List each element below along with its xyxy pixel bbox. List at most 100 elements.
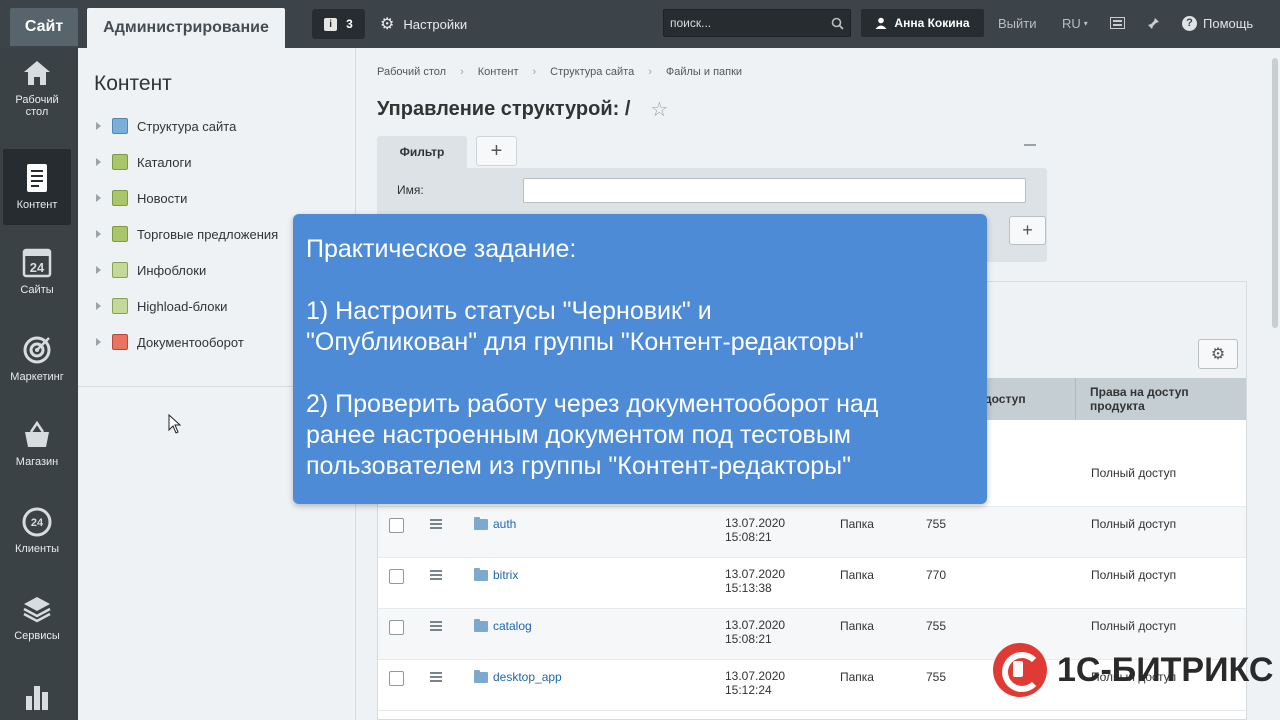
nav-label: Магазин xyxy=(15,456,59,468)
add-filter-tab-button[interactable]: + xyxy=(476,136,517,166)
file-name-link[interactable]: desktop_app xyxy=(474,669,562,684)
layers-icon xyxy=(23,597,51,623)
tree-item-offers[interactable]: Торговые предложения xyxy=(96,223,278,245)
row-checkbox[interactable] xyxy=(389,671,404,686)
pin-icon[interactable] xyxy=(1144,9,1162,37)
page-title-text: Управление структурой: / xyxy=(377,98,631,120)
row-menu-icon[interactable] xyxy=(430,621,442,631)
page-scrollbar[interactable] xyxy=(1271,48,1280,720)
search-input[interactable]: поиск... xyxy=(663,9,851,37)
nav-item-desktop[interactable]: Рабочий стол xyxy=(3,50,71,126)
mouse-cursor-icon xyxy=(168,414,182,434)
filter-tab[interactable]: Фильтр xyxy=(377,136,467,168)
row-menu-icon[interactable] xyxy=(430,519,442,529)
file-name-link[interactable]: auth xyxy=(474,516,516,531)
expand-arrow-icon[interactable] xyxy=(96,302,101,310)
nav-label: Сервисы xyxy=(14,630,60,642)
expand-arrow-icon[interactable] xyxy=(96,230,101,238)
svg-text:24: 24 xyxy=(30,260,45,275)
bitrix-logo-icon xyxy=(993,643,1047,697)
breadcrumb-item[interactable]: Структура сайта xyxy=(550,66,634,78)
catalog-icon xyxy=(112,154,128,170)
table-row[interactable]: bitrix 13.07.2020 15:13:38 Папка 770 Полн… xyxy=(378,558,1246,609)
collapse-filter-icon[interactable] xyxy=(1024,144,1036,146)
permissions-cell: 755 xyxy=(926,517,947,531)
nav-item-analytics[interactable] xyxy=(3,670,71,720)
site-tab[interactable]: Сайт xyxy=(10,8,78,46)
document-icon xyxy=(27,164,47,192)
nav-item-services[interactable]: Сервисы xyxy=(3,580,71,656)
star-icon[interactable]: ☆ xyxy=(650,97,668,122)
file-name: catalog xyxy=(493,619,532,633)
user-button[interactable]: Анна Кокина xyxy=(861,9,984,37)
breadcrumb-item[interactable]: Контент xyxy=(478,66,519,78)
type-cell: Папка xyxy=(840,517,874,531)
grid-settings-button[interactable]: ⚙ xyxy=(1198,339,1238,369)
help-button[interactable]: ? Помощь xyxy=(1182,9,1253,37)
page-title: Управление структурой: / ☆ xyxy=(377,97,668,122)
nav-label: Сайты xyxy=(20,284,54,296)
header-rights[interactable]: Права на доступ продукта xyxy=(1075,378,1246,420)
file-name-link[interactable]: catalog xyxy=(474,618,532,633)
breadcrumb-item[interactable]: Файлы и папки xyxy=(666,66,742,78)
task-1-line-2: "Опубликован" для группы "Контент-редакт… xyxy=(306,328,864,356)
calendar-24-icon: 24 xyxy=(22,248,52,278)
bitrix-logo-text: 1С-БИТРИКС xyxy=(1057,650,1274,689)
tree-item-workflow[interactable]: Документооборот xyxy=(96,331,244,353)
search-placeholder: поиск... xyxy=(670,16,712,30)
name-filter-input[interactable] xyxy=(523,178,1026,203)
row-checkbox[interactable] xyxy=(389,518,404,533)
nav-item-content[interactable]: Контент xyxy=(3,149,71,225)
nav-item-sites[interactable]: 24 Сайты xyxy=(3,234,71,310)
highload-icon xyxy=(112,298,128,314)
expand-arrow-icon[interactable] xyxy=(96,122,101,130)
notifications-count: 3 xyxy=(346,17,353,31)
expand-arrow-icon[interactable] xyxy=(96,194,101,202)
notifications-button[interactable]: i 3 xyxy=(312,9,365,39)
settings-button[interactable]: ⚙ Настройки xyxy=(380,9,467,39)
date-cell: 13.07.2020 15:12:24 xyxy=(725,669,786,697)
type-cell: Папка xyxy=(840,568,874,582)
table-row[interactable]: auth 13.07.2020 15:08:21 Папка 755 Полный… xyxy=(378,507,1246,558)
tree-item-highload[interactable]: Highload-блоки xyxy=(96,295,227,317)
date-cell: 13.07.2020 15:08:21 xyxy=(725,618,786,646)
admin-tab[interactable]: Администрирование xyxy=(87,8,285,48)
nav-item-clients[interactable]: 24 Клиенты xyxy=(3,493,71,569)
breadcrumb: Рабочий стол › Контент › Структура сайта… xyxy=(377,66,742,78)
breadcrumb-separator: › xyxy=(460,66,464,78)
task-2-line-3: пользователем из группы "Контент-редакто… xyxy=(306,452,852,480)
tree-item-label: Новости xyxy=(137,190,188,206)
tree-item-site-structure[interactable]: Структура сайта xyxy=(96,115,236,137)
tree-item-label: Торговые предложения xyxy=(137,226,279,242)
folder-icon xyxy=(474,567,488,581)
row-menu-icon[interactable] xyxy=(430,672,442,682)
clients-24-icon: 24 xyxy=(22,507,52,537)
home-icon xyxy=(24,61,50,85)
chevron-down-icon: ▾ xyxy=(1083,18,1088,28)
keyboard-icon[interactable] xyxy=(1108,9,1126,37)
breadcrumb-item[interactable]: Рабочий стол xyxy=(377,66,446,78)
row-menu-icon[interactable] xyxy=(430,570,442,580)
info-icon: i xyxy=(324,17,338,31)
folder-icon xyxy=(474,618,488,632)
tree-item-infoblocks[interactable]: Инфоблоки xyxy=(96,259,206,281)
date-cell: 13.07.2020 15:13:38 xyxy=(725,567,786,595)
expand-arrow-icon[interactable] xyxy=(96,266,101,274)
search-icon[interactable] xyxy=(831,17,844,30)
language-select[interactable]: RU ▾ xyxy=(1062,9,1088,37)
nav-item-shop[interactable]: Магазин xyxy=(3,406,71,482)
nav-item-marketing[interactable]: Маркетинг xyxy=(3,321,71,397)
expand-arrow-icon[interactable] xyxy=(96,338,101,346)
tree-item-news[interactable]: Новости xyxy=(96,187,187,209)
add-filter-field-button[interactable]: + xyxy=(1009,216,1046,245)
row-checkbox[interactable] xyxy=(389,620,404,635)
file-name-link[interactable]: bitrix xyxy=(474,567,519,582)
expand-arrow-icon[interactable] xyxy=(96,158,101,166)
type-cell: Папка xyxy=(840,670,874,684)
file-name: bitrix xyxy=(493,568,519,582)
user-icon xyxy=(875,17,887,29)
logout-link[interactable]: Выйти xyxy=(998,9,1037,37)
tree-item-catalogs[interactable]: Каталоги xyxy=(96,151,192,173)
scrollbar-thumb[interactable] xyxy=(1272,58,1278,328)
row-checkbox[interactable] xyxy=(389,569,404,584)
